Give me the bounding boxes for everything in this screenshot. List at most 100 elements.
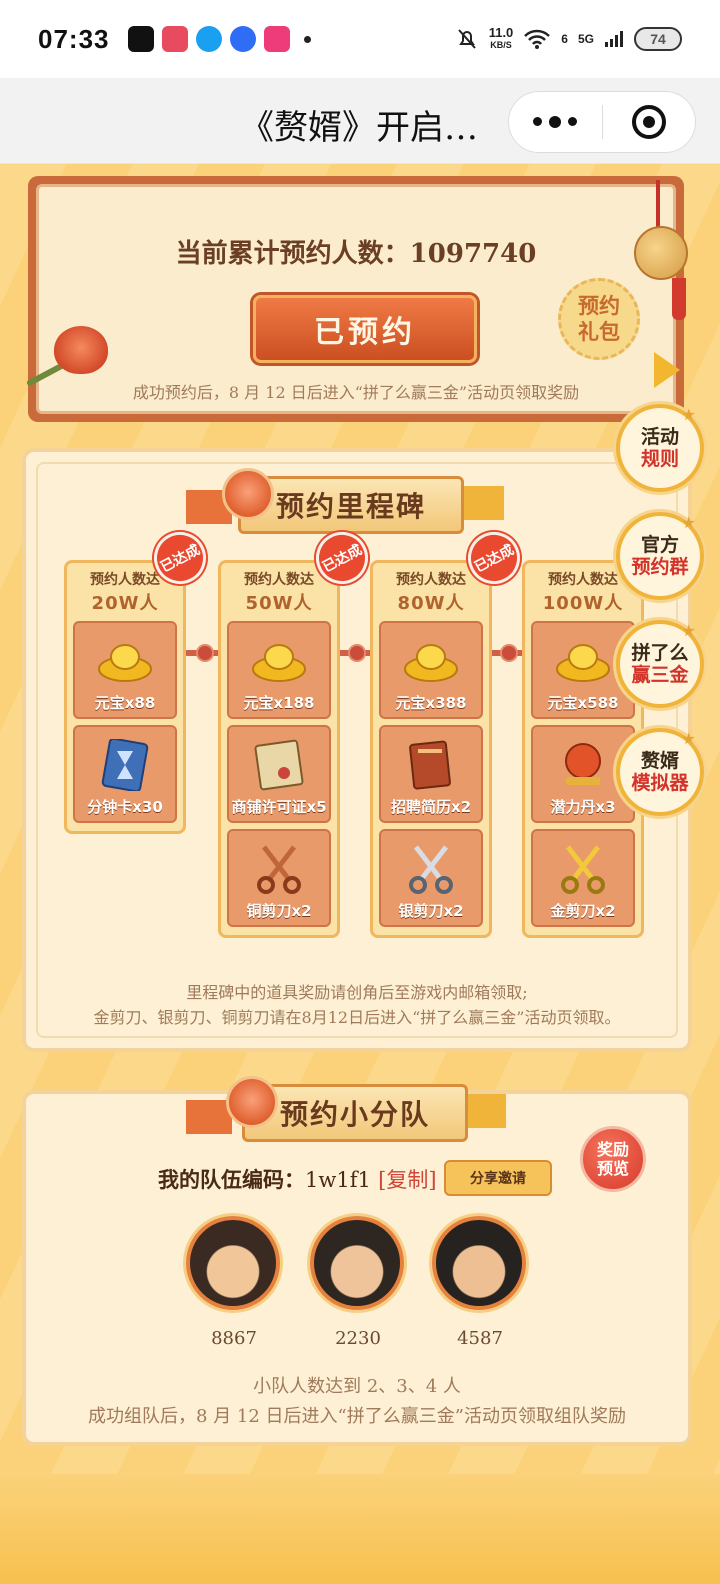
team-code-label: 我的队伍编码： [158, 1167, 305, 1192]
mini-program-capsule [508, 91, 696, 153]
clown-app-icon [161, 26, 188, 52]
reward-item[interactable]: 元宝x388 [379, 621, 483, 719]
clock: 07:33 [38, 23, 110, 54]
simulator-button[interactable]: ★ 赘婿 模拟器 [616, 728, 704, 816]
milestone-condition: 预约人数达 [244, 572, 314, 588]
milestone-column-80w: 预约人数达 80W人 元宝x388 招聘简历x2 银剪刀x2 [370, 560, 492, 938]
member-score: 4587 [457, 1328, 503, 1349]
more-menu-button[interactable] [509, 115, 602, 128]
achieved-label: 已达成 [472, 541, 517, 576]
gold-ingot-icon [252, 644, 306, 682]
team-code: 我的队伍编码：1w1f1 [复制] [158, 1164, 437, 1194]
reward-label: 元宝x388 [395, 694, 467, 712]
gold-scissors-icon [561, 845, 605, 894]
banner-ribbon-left [186, 1100, 232, 1134]
share-invite-button[interactable]: 分享邀请 [444, 1160, 552, 1196]
side-button-line2: 规则 [640, 448, 679, 470]
bottom-decoration [0, 1474, 720, 1584]
milestone-threshold: 50W人 [245, 593, 313, 614]
battery-indicator: 74 [634, 27, 682, 51]
milestone-header: 预约人数达 50W人 [227, 569, 331, 615]
status-bar: 07:33 11.0 KB/S 6 5G 74 [0, 0, 720, 78]
win-three-gold-button[interactable]: ★ 拼了么 赢三金 [616, 620, 704, 708]
reward-label: 招聘简历x2 [390, 798, 472, 816]
mini-program-titlebar: 《赘婿》开启… [0, 78, 720, 164]
reservation-note: 成功预约后，8 月 12 日后进入“拼了么赢三金”活动页领取奖励 [132, 383, 580, 402]
reservation-count: 当前累计预约人数：1097740 [175, 239, 537, 269]
signal-icon [605, 31, 623, 47]
team-member[interactable]: 2230 [310, 1216, 406, 1349]
milestone-note-line2: 金剪刀、银剪刀、铜剪刀请在8月12日后进入“拼了么赢三金”活动页领取。 [93, 1008, 621, 1027]
reserved-button[interactable]: 已预约 [253, 295, 477, 363]
copper-scissors-icon [257, 845, 301, 894]
reward-item[interactable]: 铜剪刀x2 [227, 829, 331, 927]
side-button-line2: 赢三金 [631, 664, 689, 686]
reward-label: 商铺许可证x5 [231, 798, 327, 816]
team-member[interactable]: 4587 [432, 1216, 528, 1349]
reward-preview-button[interactable]: 奖励 预览 [580, 1126, 646, 1192]
rose-icon [54, 326, 108, 374]
reward-item[interactable]: 元宝x188 [227, 621, 331, 719]
speed-unit: KB/S [490, 40, 512, 50]
shop-license-icon [254, 739, 304, 791]
network-type: 5G [577, 32, 594, 46]
network-speed: 11.0 KB/S [489, 26, 514, 51]
gold-ingot-icon [404, 644, 458, 682]
banner-ribbon-right [458, 486, 504, 520]
reward-label: 元宝x188 [243, 694, 315, 712]
reward-label: 分钟卡x30 [87, 798, 163, 816]
tiktok-icon [127, 26, 154, 52]
rose-icon [226, 1076, 278, 1128]
milestone-header: 预约人数达 100W人 [531, 569, 635, 615]
music-app-icon [263, 26, 290, 52]
chat-app-icon [229, 26, 256, 52]
reward-item[interactable]: 元宝x88 [73, 621, 177, 719]
hourglass-card-icon [101, 739, 149, 791]
reservation-gift-badge[interactable]: 预约 礼包 [558, 278, 640, 360]
close-mini-program-button[interactable] [603, 105, 696, 139]
gift-badge-line1: 预约 [578, 294, 620, 318]
milestone-header: 预约人数达 80W人 [379, 569, 483, 615]
lantern-icon [634, 226, 688, 280]
side-button-line2: 预约群 [631, 556, 689, 578]
mute-bell-icon [457, 29, 476, 49]
reward-item[interactable]: 招聘简历x2 [379, 725, 483, 823]
milestone-title-text: 预约里程碑 [275, 490, 426, 523]
team-note-line2: 成功组队后，8 月 12 日后进入“拼了么赢三金”活动页领取组队奖励 [88, 1406, 626, 1427]
official-group-button[interactable]: ★ 官方 预约群 [616, 512, 704, 600]
milestone-note-line1: 里程碑中的道具奖励请创角后至游戏内邮箱领取; [186, 983, 528, 1002]
star-icon: ★ [681, 405, 696, 424]
star-icon: ★ [681, 513, 696, 532]
reward-label: 银剪刀x2 [398, 902, 464, 920]
lantern-cord [656, 180, 660, 228]
copy-code-link[interactable]: [复制] [378, 1168, 436, 1192]
reward-item[interactable]: 银剪刀x2 [379, 829, 483, 927]
reward-item[interactable]: 金剪刀x2 [531, 829, 635, 927]
page-title: 《赘婿》开启… [240, 108, 478, 148]
gift-badge-line2: 礼包 [578, 320, 620, 344]
avatar [186, 1216, 280, 1310]
expand-arrow-icon[interactable] [654, 352, 680, 388]
potential-pill-icon [565, 743, 601, 785]
team-note-line1: 小队人数达到 2、3、4 人 [253, 1376, 461, 1397]
reward-label: 铜剪刀x2 [246, 902, 312, 920]
connector-bead [196, 644, 214, 662]
team-code-value: 1w1f1 [305, 1168, 371, 1192]
member-score: 8867 [211, 1328, 257, 1349]
reward-item[interactable]: 分钟卡x30 [73, 725, 177, 823]
more-dot-icon [549, 115, 562, 128]
gold-ingot-icon [98, 644, 152, 682]
milestone-threshold: 80W人 [397, 593, 465, 614]
milestone-condition: 预约人数达 [396, 572, 466, 588]
team-member[interactable]: 8867 [186, 1216, 282, 1349]
reward-label: 金剪刀x2 [550, 902, 616, 920]
side-button-line1: 活动 [640, 426, 679, 448]
reward-preview-line2: 预览 [596, 1159, 629, 1178]
side-button-line1: 官方 [640, 534, 679, 556]
reward-item[interactable]: 商铺许可证x5 [227, 725, 331, 823]
activity-rules-button[interactable]: ★ 活动 规则 [616, 404, 704, 492]
avatar [310, 1216, 404, 1310]
battery-level: 74 [650, 31, 666, 47]
more-notifications-icon [303, 35, 311, 43]
team-title-text: 预约小分队 [279, 1098, 430, 1131]
